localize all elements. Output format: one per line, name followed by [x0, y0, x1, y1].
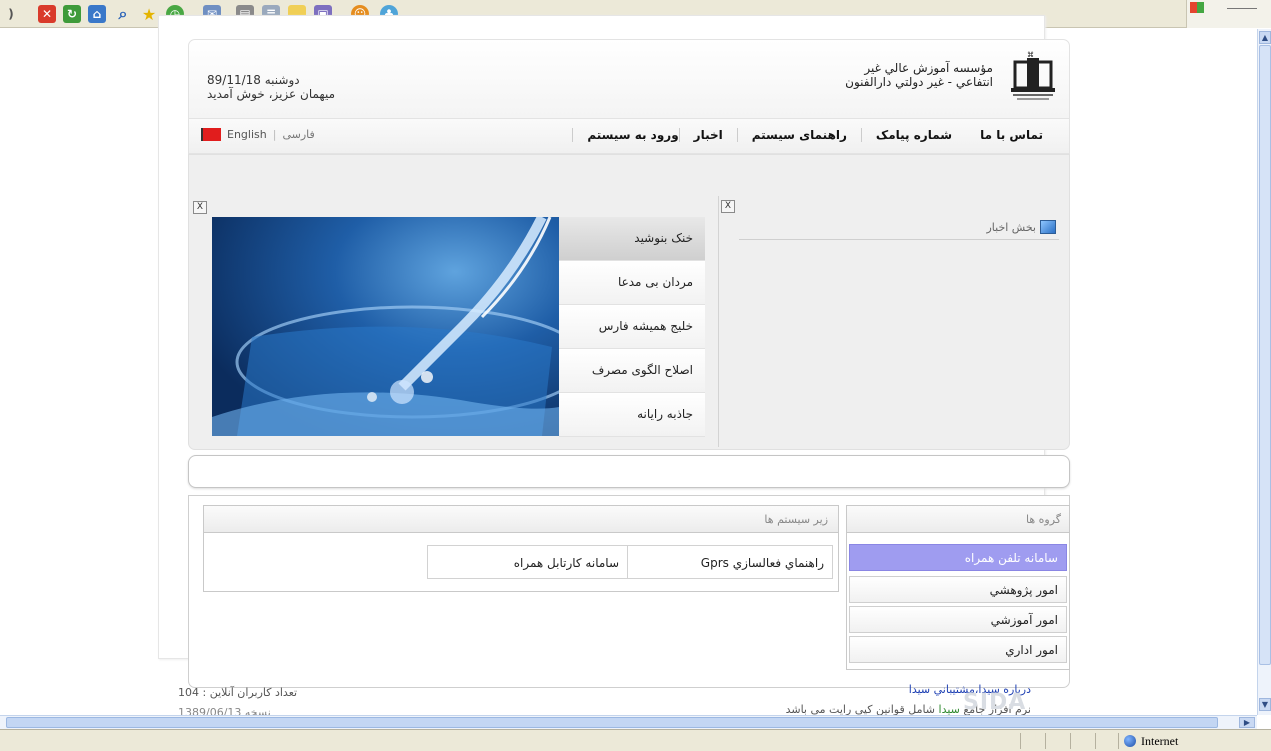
globe-icon [1124, 735, 1136, 747]
news-section: بخش اخبار [718, 196, 1070, 447]
scroll-right-arrow-icon[interactable]: ▶ [1239, 717, 1255, 728]
status-divider [1118, 733, 1119, 749]
slider-tabs: خنک بنوشید مردان بی مدعا خلیج همیشه فارس… [559, 217, 705, 437]
slide-image-water-glass[interactable] [212, 217, 559, 436]
search-icon[interactable]: ⌕ [114, 4, 132, 23]
site-header: ⌘ مؤسسه آموزش عالي غير انتفاعي - غير دول… [188, 39, 1070, 119]
news-divider [739, 239, 1059, 240]
status-divider [1095, 733, 1096, 749]
slider-tab-drink-cool[interactable]: خنک بنوشید [559, 217, 705, 261]
security-zone: Internet [1124, 733, 1264, 749]
news-icon [1040, 220, 1056, 234]
stop-icon[interactable]: ✕ [38, 5, 56, 23]
subsystem-mobile-cartable[interactable]: سامانه كارتابل همراه [427, 545, 628, 579]
nav-login[interactable]: ورود به سیستم [572, 128, 679, 142]
groups-header: گروه ها [846, 505, 1070, 533]
status-divider [1020, 733, 1021, 749]
back-arrow-icon[interactable]: ) [2, 5, 20, 23]
slider-tab-men-without-claim[interactable]: مردان بی مدعا [559, 261, 705, 305]
nav-menu: ورود به سیستم اخبار راهنمای سیستم شماره … [572, 128, 1057, 142]
image-slider: خنک بنوشید مردان بی مدعا خلیج همیشه فارس… [212, 217, 705, 437]
nav-news[interactable]: اخبار [678, 128, 737, 142]
refresh-icon[interactable]: ↻ [63, 5, 81, 23]
window-minimize-line [1227, 8, 1257, 9]
institution-name-line2: انتفاعي - غير دولتي دارالفنون [845, 75, 993, 89]
slider-tab-persian-gulf[interactable]: خلیج همیشه فارس [559, 305, 705, 349]
online-users: تعداد کاربران آنلاين : 104 [178, 686, 298, 699]
status-bar: Internet [0, 729, 1271, 751]
status-divider [1045, 733, 1046, 749]
vertical-scroll-thumb[interactable] [1259, 45, 1271, 665]
horizontal-scrollbar[interactable]: ▶ [0, 715, 1257, 729]
status-divider [1070, 733, 1071, 749]
nav-system-guide[interactable]: راهنمای سیستم [736, 128, 861, 142]
nav-sms-number[interactable]: شماره پیامک [860, 128, 966, 142]
main-nav: ورود به سیستم اخبار راهنمای سیستم شماره … [188, 119, 1070, 154]
slider-tab-consumption-pattern[interactable]: اصلاح الگوی مصرف [559, 349, 705, 393]
news-title-text: بخش اخبار [986, 220, 1036, 234]
subsystems-header: زير سيستم ها [203, 505, 839, 533]
scroll-down-arrow-icon[interactable]: ▼ [1259, 698, 1271, 711]
scroll-up-arrow-icon[interactable]: ▲ [1259, 31, 1271, 44]
home-icon[interactable]: ⌂ [88, 5, 106, 23]
windows-logo-area [1186, 0, 1271, 28]
slider-close-button[interactable]: X [193, 201, 207, 214]
lang-english[interactable]: English [227, 128, 267, 141]
sida-logo: SIDA [963, 690, 1027, 715]
greeting: 89/11/18 دوشنبه ميهمان عزيز، خوش آمديد [207, 73, 335, 101]
horizontal-scroll-thumb[interactable] [6, 717, 1218, 728]
favorites-icon[interactable]: ★ [140, 5, 158, 24]
flag-icon [201, 128, 221, 141]
group-education[interactable]: امور آموزشي [849, 606, 1067, 633]
institution-logo: ⌘ [1007, 50, 1059, 104]
current-date: 89/11/18 دوشنبه [207, 73, 300, 87]
subsystem-gprs-guide[interactable]: راهنماي فعالسازي Gprs [627, 545, 833, 579]
lang-separator: | [272, 128, 277, 141]
empty-rounded-bar [188, 455, 1070, 488]
institution-name-line1: مؤسسه آموزش عالي غير [864, 61, 993, 75]
group-mobile-system[interactable]: سامانه تلفن همراه [849, 544, 1067, 571]
news-title: بخش اخبار [986, 220, 1056, 234]
zone-label: Internet [1141, 733, 1179, 748]
welcome-text: ميهمان عزيز، خوش آمديد [207, 87, 336, 101]
nav-contact[interactable]: تماس با ما [966, 128, 1057, 142]
windows-logo-icon [1190, 2, 1204, 13]
group-administration[interactable]: امور اداري [849, 636, 1067, 663]
vertical-scrollbar[interactable]: ▲ ▼ [1257, 29, 1271, 715]
group-research[interactable]: امور پژوهشي [849, 576, 1067, 603]
language-switcher: English | فارسی [201, 128, 315, 141]
lang-farsi[interactable]: فارسی [282, 128, 314, 141]
institution-name: مؤسسه آموزش عالي غير انتفاعي - غير دولتي… [845, 61, 993, 89]
slider-tab-computer-appeal[interactable]: جاذبه رایانه [559, 393, 705, 437]
svg-text:⌘: ⌘ [1027, 51, 1034, 59]
